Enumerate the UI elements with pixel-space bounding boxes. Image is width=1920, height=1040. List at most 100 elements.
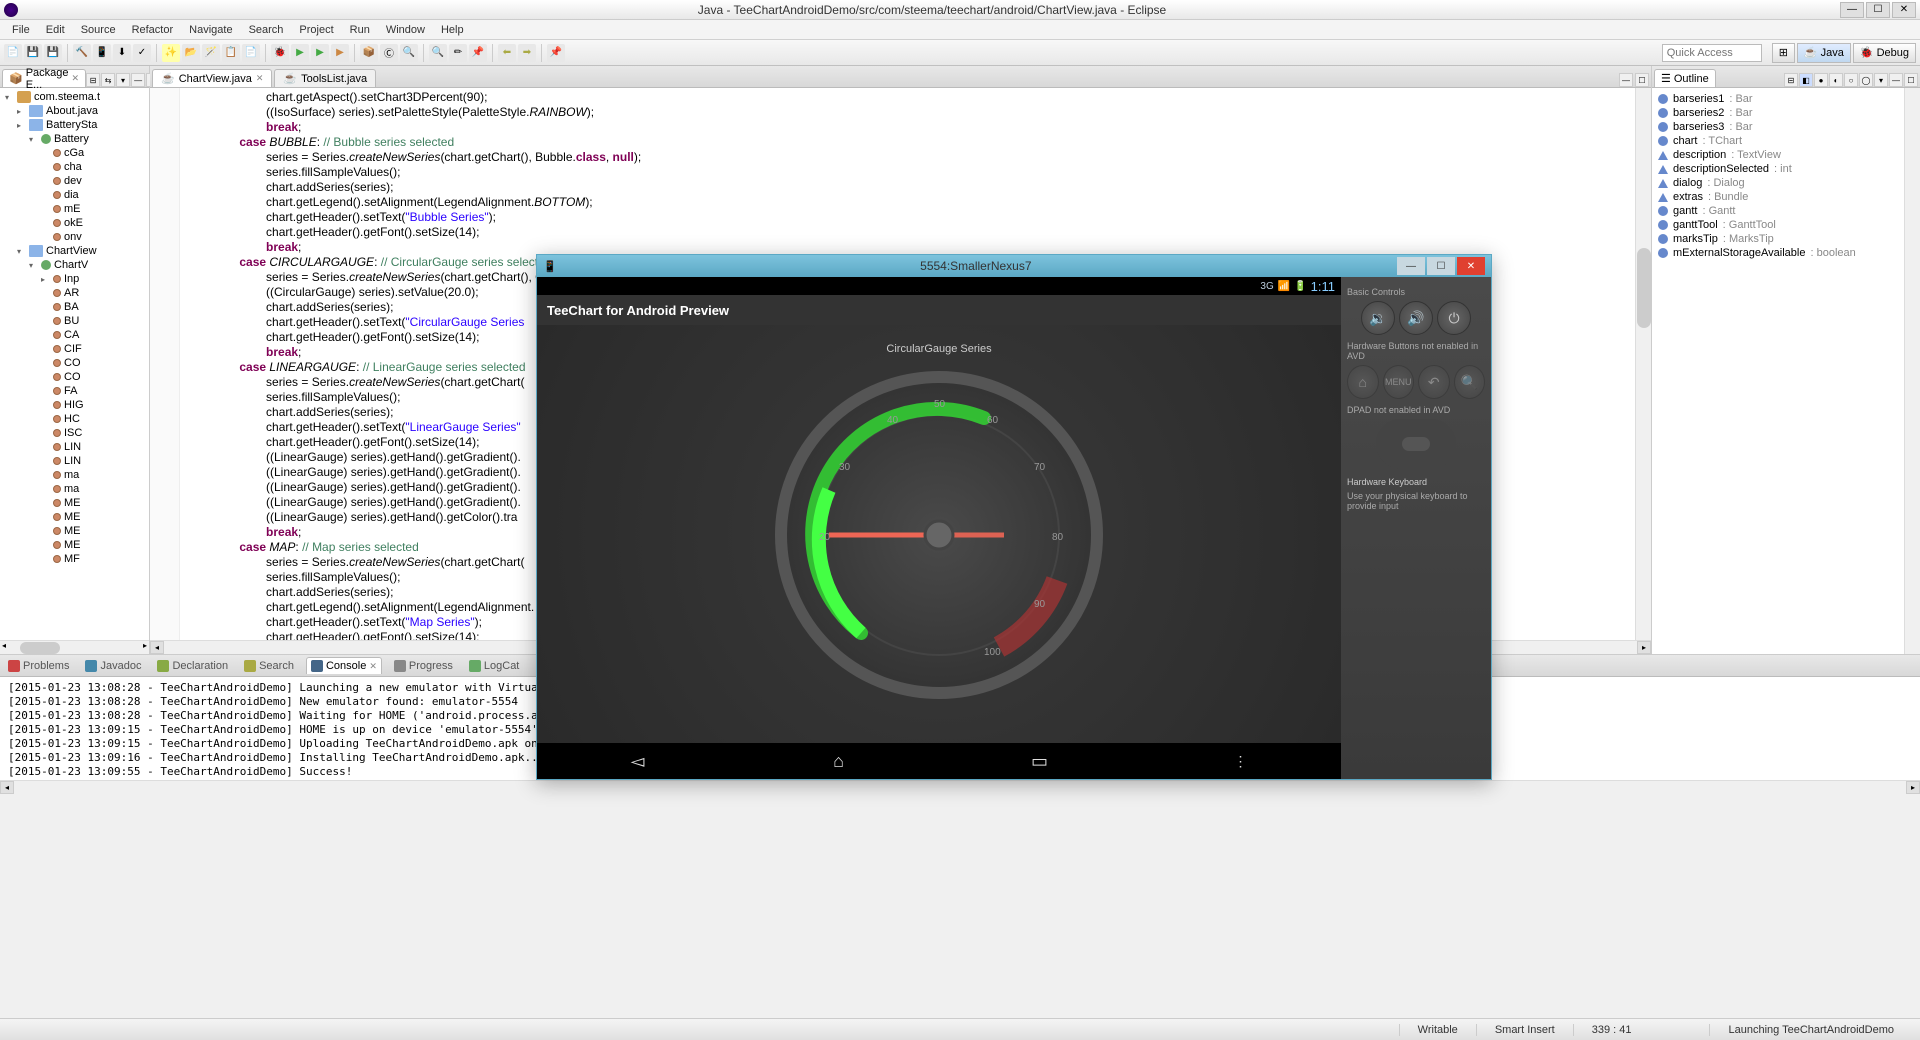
- hide-static-button[interactable]: ◐: [1829, 73, 1843, 87]
- back-button[interactable]: ⬅: [498, 44, 516, 62]
- tree-item[interactable]: cha: [2, 160, 147, 174]
- close-icon[interactable]: ✕: [72, 73, 80, 84]
- tree-item[interactable]: ▸About.java: [2, 104, 147, 118]
- new-package-button[interactable]: 📦: [360, 44, 378, 62]
- close-tab-icon[interactable]: ✕: [256, 73, 264, 84]
- maximize-editor-button[interactable]: ☐: [1635, 73, 1649, 87]
- tree-item[interactable]: ma: [2, 468, 147, 482]
- power-button[interactable]: ⏻: [1437, 301, 1471, 335]
- menu-source[interactable]: Source: [73, 22, 124, 38]
- menu-edit[interactable]: Edit: [38, 22, 73, 38]
- tree-item[interactable]: HC: [2, 412, 147, 426]
- hide-fields-button[interactable]: ●: [1814, 73, 1828, 87]
- tree-item[interactable]: LIN: [2, 454, 147, 468]
- tree-item[interactable]: AR: [2, 286, 147, 300]
- outline-item[interactable]: extras : Bundle: [1658, 190, 1898, 204]
- search-button[interactable]: 🔍: [429, 44, 447, 62]
- tree-item[interactable]: ISC: [2, 426, 147, 440]
- view-tab-declaration[interactable]: Declaration: [153, 658, 232, 674]
- outline-item[interactable]: barseries3 : Bar: [1658, 120, 1898, 134]
- emulator-minimize-button[interactable]: —: [1397, 257, 1425, 275]
- view-tab-progress[interactable]: Progress: [390, 658, 457, 674]
- outline-item[interactable]: dialog : Dialog: [1658, 176, 1898, 190]
- view-tab-console[interactable]: Console ✕: [306, 657, 382, 674]
- view-tab-logcat[interactable]: LogCat: [465, 658, 523, 674]
- ext-tools-button[interactable]: ▶: [331, 44, 349, 62]
- menu-nav-button[interactable]: ⋮: [1221, 753, 1261, 770]
- tree-item[interactable]: ▾com.steema.t: [2, 90, 147, 104]
- horizontal-scrollbar[interactable]: ◂ ▸: [0, 640, 149, 654]
- tree-item[interactable]: LIN: [2, 440, 147, 454]
- forward-button[interactable]: ➡: [518, 44, 536, 62]
- lint-button[interactable]: ✓: [133, 44, 151, 62]
- sort-button[interactable]: ⊟: [1784, 73, 1798, 87]
- volume-up-button[interactable]: 🔊: [1399, 301, 1433, 335]
- view-menu-button[interactable]: ▾: [116, 73, 130, 87]
- open-button[interactable]: 📂: [182, 44, 200, 62]
- toggle-mark-button[interactable]: ✏: [449, 44, 467, 62]
- outline-item[interactable]: ganttTool : GanttTool: [1658, 218, 1898, 232]
- outline-item[interactable]: description : TextView: [1658, 148, 1898, 162]
- minimize-button[interactable]: —: [1840, 2, 1864, 18]
- outline-tree[interactable]: barseries1 : Barbarseries2 : Barbarserie…: [1652, 88, 1904, 654]
- sdk-button[interactable]: ⬇: [113, 44, 131, 62]
- outline-item[interactable]: gantt : Gantt: [1658, 204, 1898, 218]
- tree-item[interactable]: CO: [2, 356, 147, 370]
- tree-item[interactable]: ME: [2, 524, 147, 538]
- view-tab-search[interactable]: Search: [240, 658, 298, 674]
- tree-item[interactable]: ▾Battery: [2, 132, 147, 146]
- view-tab-javadoc[interactable]: Javadoc: [81, 658, 145, 674]
- tree-item[interactable]: ma: [2, 482, 147, 496]
- tree-item[interactable]: CO: [2, 370, 147, 384]
- volume-down-button[interactable]: 🔉: [1361, 301, 1395, 335]
- maximize-outline-button[interactable]: ☐: [1904, 73, 1918, 87]
- collapse-all-button[interactable]: ⊟: [86, 73, 100, 87]
- editor-tab[interactable]: ☕ChartView.java✕: [152, 69, 272, 87]
- outline-item[interactable]: chart : TChart: [1658, 134, 1898, 148]
- open-type-button[interactable]: 🔍: [400, 44, 418, 62]
- tree-item[interactable]: ME: [2, 538, 147, 552]
- run-button[interactable]: ▶: [291, 44, 309, 62]
- outline-item[interactable]: barseries1 : Bar: [1658, 92, 1898, 106]
- tree-item[interactable]: mE: [2, 202, 147, 216]
- menu-project[interactable]: Project: [291, 22, 341, 38]
- emulator-maximize-button[interactable]: ☐: [1427, 257, 1455, 275]
- minimize-editor-button[interactable]: —: [1619, 73, 1633, 87]
- outline-item[interactable]: descriptionSelected : int: [1658, 162, 1898, 176]
- emulator-window[interactable]: 📱 5554:SmallerNexus7 — ☐ ✕ 3G 📶 🔋 1:11 T…: [536, 254, 1492, 780]
- minimize-view-button[interactable]: —: [131, 73, 145, 87]
- tree-item[interactable]: okE: [2, 216, 147, 230]
- new-class-button[interactable]: Ⓒ: [380, 44, 398, 62]
- maximize-button[interactable]: ☐: [1866, 2, 1890, 18]
- debug-perspective-button[interactable]: 🐞 Debug: [1853, 43, 1916, 63]
- annotation-button[interactable]: 📌: [469, 44, 487, 62]
- outline-item[interactable]: marksTip : MarksTip: [1658, 232, 1898, 246]
- outline-menu-button[interactable]: ▾: [1874, 73, 1888, 87]
- tree-item[interactable]: dev: [2, 174, 147, 188]
- back-nav-button[interactable]: ◅: [618, 751, 658, 772]
- console-scrollbar[interactable]: ◂▸: [0, 780, 1920, 794]
- recent-nav-button[interactable]: ▭: [1020, 751, 1060, 772]
- menu-navigate[interactable]: Navigate: [181, 22, 240, 38]
- xml-button[interactable]: 📄: [242, 44, 260, 62]
- tree-item[interactable]: cGa: [2, 146, 147, 160]
- link-editor-button[interactable]: ⇆: [101, 73, 115, 87]
- new-button[interactable]: 📄: [4, 44, 22, 62]
- editor-tab[interactable]: ☕ToolsList.java: [274, 69, 376, 87]
- hide-nonpublic-button[interactable]: ○: [1844, 73, 1858, 87]
- editor-vertical-scrollbar[interactable]: [1635, 88, 1651, 640]
- menu-refactor[interactable]: Refactor: [124, 22, 182, 38]
- open-perspective-button[interactable]: ⊞: [1772, 43, 1795, 63]
- view-tab-problems[interactable]: Problems: [4, 658, 73, 674]
- pin-button[interactable]: 📌: [547, 44, 565, 62]
- template-button[interactable]: 📋: [222, 44, 240, 62]
- save-all-button[interactable]: 💾: [44, 44, 62, 62]
- save-button[interactable]: 💾: [24, 44, 42, 62]
- tree-item[interactable]: FA: [2, 384, 147, 398]
- home-nav-button[interactable]: ⌂: [819, 751, 859, 772]
- menu-search[interactable]: Search: [241, 22, 292, 38]
- build-button[interactable]: 🔨: [73, 44, 91, 62]
- menu-run[interactable]: Run: [342, 22, 378, 38]
- tree-item[interactable]: CA: [2, 328, 147, 342]
- tree-item[interactable]: ME: [2, 496, 147, 510]
